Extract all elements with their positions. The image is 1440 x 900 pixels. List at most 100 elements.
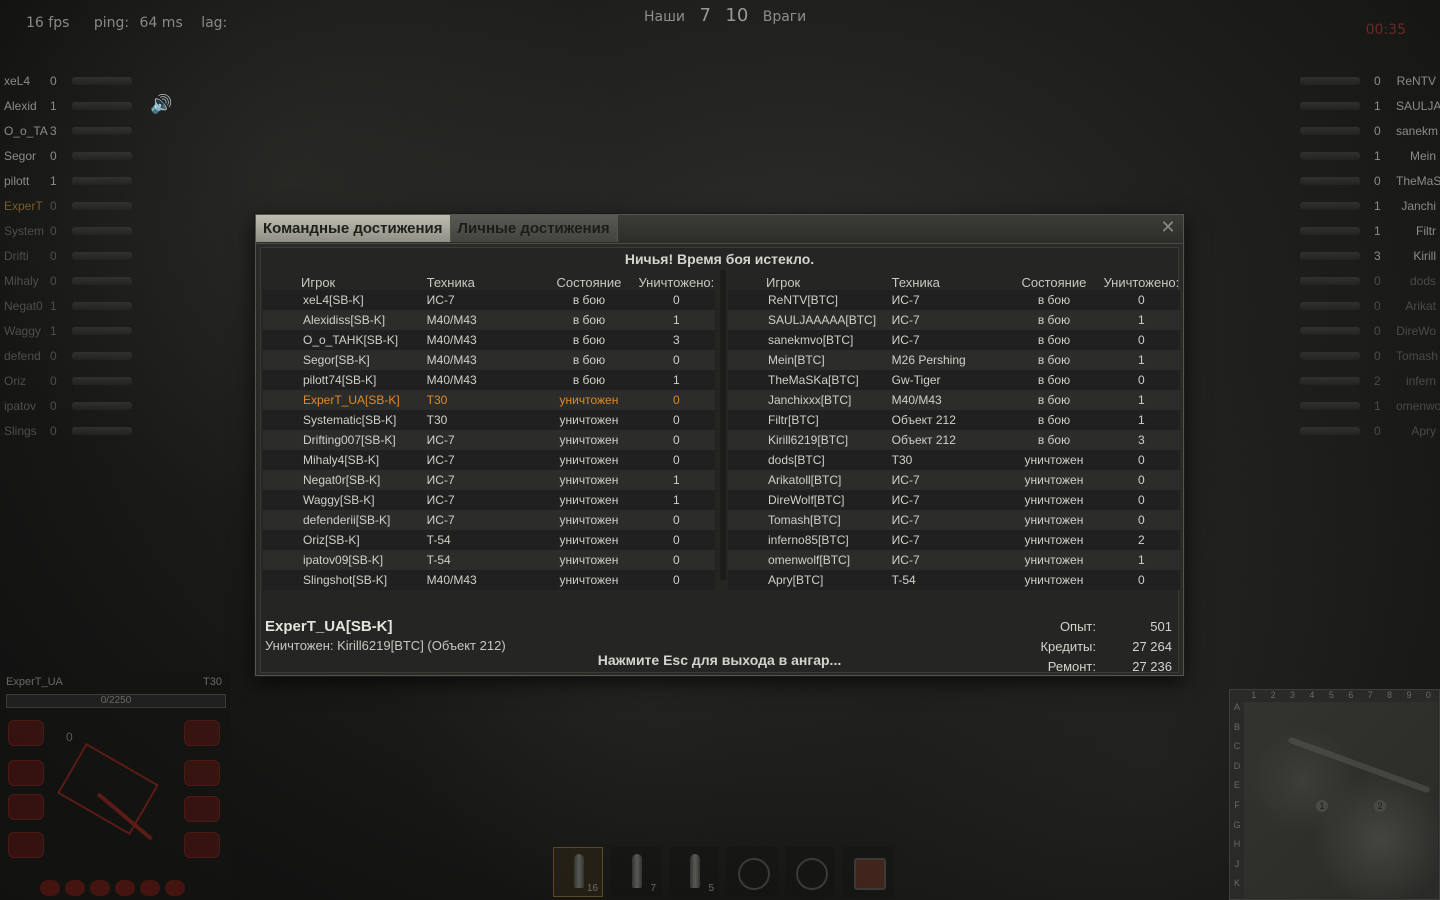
- gun-module-icon[interactable]: [8, 794, 44, 820]
- side-list-item[interactable]: Drifti 0: [4, 243, 132, 268]
- table-row[interactable]: Kirill6219[BTC] Объект 212 в бою 3: [728, 430, 1180, 450]
- ammo-slot[interactable]: [727, 847, 777, 897]
- table-row[interactable]: Filtr[BTC] Объект 212 в бою 1: [728, 410, 1180, 430]
- side-list-item[interactable]: Negat0 1: [4, 293, 132, 318]
- optics-module-icon[interactable]: [184, 832, 220, 858]
- base-1-icon: 1: [1316, 800, 1328, 812]
- vehicle-cell: ИС-7: [426, 473, 455, 487]
- table-row[interactable]: Segor[SB-K] M40/M43 в бою 0: [263, 350, 715, 370]
- side-list-item[interactable]: Oriz 0: [4, 368, 132, 393]
- side-list-item[interactable]: 1 Filtr: [1300, 218, 1436, 243]
- tab-personal-achievements[interactable]: Личные достижения: [450, 215, 618, 242]
- minimap[interactable]: 1 2 3 4 5 6 7 8 9 0 ABCDEFGHJK 1 2: [1229, 689, 1440, 900]
- loader2-icon[interactable]: [165, 880, 185, 896]
- side-list-item[interactable]: 0 ReNTV: [1300, 68, 1436, 93]
- side-list-item[interactable]: Slings 0: [4, 418, 132, 443]
- gunner-icon[interactable]: [65, 880, 85, 896]
- side-list-item[interactable]: 0 dods: [1300, 268, 1436, 293]
- table-row[interactable]: omenwolf[BTC] ИС-7 уничтожен 1: [728, 550, 1180, 570]
- side-list-item[interactable]: 0 Tomash: [1300, 343, 1438, 368]
- table-row[interactable]: ExperT_UA[SB-K] T30 уничтожен 0: [263, 390, 715, 410]
- side-list-item[interactable]: 0 sanekm: [1300, 118, 1438, 143]
- commander-icon[interactable]: [40, 880, 60, 896]
- shell-icon: [632, 854, 642, 888]
- side-list-item[interactable]: xeL4 0: [4, 68, 132, 93]
- side-list-item[interactable]: defend 0: [4, 343, 132, 368]
- table-row[interactable]: sanekmvo[BTC] ИС-7 в бою 0: [728, 330, 1180, 350]
- table-row[interactable]: xeL4[SB-K] ИС-7 в бою 0: [263, 290, 715, 310]
- state-cell: в бою: [1037, 313, 1071, 327]
- table-row[interactable]: ReNTV[BTC] ИС-7 в бою 0: [728, 290, 1180, 310]
- table-row[interactable]: DireWolf[BTC] ИС-7 уничтожен 0: [728, 490, 1180, 510]
- side-list-item[interactable]: 0 Apry: [1300, 418, 1436, 443]
- side-list-item[interactable]: pilott 1: [4, 168, 132, 193]
- table-row[interactable]: Waggy[SB-K] ИС-7 уничтожен 1: [263, 490, 715, 510]
- side-list-item[interactable]: Segor 0: [4, 143, 132, 168]
- ammo-rack-icon[interactable]: [8, 760, 44, 786]
- table-row[interactable]: Mein[BTC] M26 Pershing в бою 1: [728, 350, 1180, 370]
- side-list-item[interactable]: Waggy 1: [4, 318, 132, 343]
- table-row[interactable]: Janchixxx[BTC] M40/M43 в бою 1: [728, 390, 1180, 410]
- table-row[interactable]: Slingshot[SB-K] M40/M43 уничтожен 0: [263, 570, 715, 590]
- track-module-icon[interactable]: [184, 760, 220, 786]
- side-list-item[interactable]: O_o_TA 3: [4, 118, 132, 143]
- table-row[interactable]: O_o_TAHK[SB-K] M40/M43 в бою 3: [263, 330, 715, 350]
- radioman-icon[interactable]: [115, 880, 135, 896]
- side-player-frags: 0: [50, 223, 57, 238]
- table-row[interactable]: dods[BTC] T30 уничтожен 0: [728, 450, 1180, 470]
- player-name-cell: Drifting007[SB-K]: [303, 433, 396, 447]
- tab-team-achievements[interactable]: Командные достижения: [256, 215, 451, 242]
- side-list-item[interactable]: 1 SAULJA: [1300, 93, 1440, 118]
- tank-silhouette-icon: [72, 176, 132, 185]
- side-list-item[interactable]: 1 Janchi: [1300, 193, 1436, 218]
- side-list-item[interactable]: Mihaly 0: [4, 268, 132, 293]
- vehicle-cell: ИС-7: [891, 473, 920, 487]
- side-list-item[interactable]: 3 Kirill: [1300, 243, 1436, 268]
- table-row[interactable]: Negat0r[SB-K] ИС-7 уничтожен 1: [263, 470, 715, 490]
- ammo-slot[interactable]: [785, 847, 835, 897]
- ammo-slot[interactable]: [843, 847, 893, 897]
- engine-module-icon[interactable]: [8, 832, 44, 858]
- side-player-name: xeL4: [4, 73, 31, 88]
- side-player-name: dods: [1409, 273, 1436, 288]
- side-list-item[interactable]: 1 Mein: [1300, 143, 1436, 168]
- turret-module-icon[interactable]: [184, 796, 220, 822]
- minimap-col-label: 7: [1367, 690, 1373, 700]
- table-row[interactable]: Alexidiss[SB-K] M40/M43 в бою 1: [263, 310, 715, 330]
- side-list-item[interactable]: ipatov 0: [4, 393, 132, 418]
- close-icon[interactable]: ✕: [1159, 219, 1177, 237]
- tank-silhouette-icon: [72, 376, 132, 385]
- side-list-item[interactable]: 1 omenwo: [1300, 393, 1440, 418]
- table-row[interactable]: pilott74[SB-K] M40/M43 в бою 1: [263, 370, 715, 390]
- loader-icon[interactable]: [140, 880, 160, 896]
- table-row[interactable]: Arikatoll[BTC] ИС-7 уничтожен 0: [728, 470, 1180, 490]
- radio-module-icon[interactable]: [8, 720, 44, 746]
- table-row[interactable]: Drifting007[SB-K] ИС-7 уничтожен 0: [263, 430, 715, 450]
- table-row[interactable]: Mihaly4[SB-K] ИС-7 уничтожен 0: [263, 450, 715, 470]
- table-row[interactable]: Tomash[BTC] ИС-7 уничтожен 0: [728, 510, 1180, 530]
- table-row[interactable]: SAULJAAAAA[BTC] ИС-7 в бою 1: [728, 310, 1180, 330]
- fuel-tank-icon[interactable]: [184, 720, 220, 746]
- table-row[interactable]: Apry[BTC] T-54 уничтожен 0: [728, 570, 1180, 590]
- side-list-item[interactable]: 2 infern: [1300, 368, 1436, 393]
- table-row[interactable]: inferno85[BTC] ИС-7 уничтожен 2: [728, 530, 1180, 550]
- ammo-slot[interactable]: 16: [553, 847, 603, 897]
- table-row[interactable]: Oriz[SB-K] T-54 уничтожен 0: [263, 530, 715, 550]
- tank-silhouette-icon: [72, 426, 132, 435]
- side-list-item[interactable]: 0 Arikat: [1300, 293, 1436, 318]
- table-row[interactable]: TheMaSKa[BTC] Gw-Tiger в бою 0: [728, 370, 1180, 390]
- side-player-frags: 0: [50, 373, 57, 388]
- table-row[interactable]: ipatov09[SB-K] T-54 уничтожен 0: [263, 550, 715, 570]
- side-list-item[interactable]: System 0: [4, 218, 132, 243]
- driver-icon[interactable]: [90, 880, 110, 896]
- ammo-slot[interactable]: 5: [669, 847, 719, 897]
- side-list-item[interactable]: ExperT 0: [4, 193, 132, 218]
- side-list-item[interactable]: 0 TheMaS: [1300, 168, 1440, 193]
- table-row[interactable]: defenderii[SB-K] ИС-7 уничтожен 0: [263, 510, 715, 530]
- side-list-item[interactable]: Alexid 1: [4, 93, 132, 118]
- side-list-item[interactable]: 0 DireWo: [1300, 318, 1436, 343]
- table-row[interactable]: Systematic[SB-K] T30 уничтожен 0: [263, 410, 715, 430]
- kills-cell: 1: [1138, 353, 1145, 367]
- side-player-frags: 1: [1374, 198, 1381, 213]
- ammo-slot[interactable]: 7: [611, 847, 661, 897]
